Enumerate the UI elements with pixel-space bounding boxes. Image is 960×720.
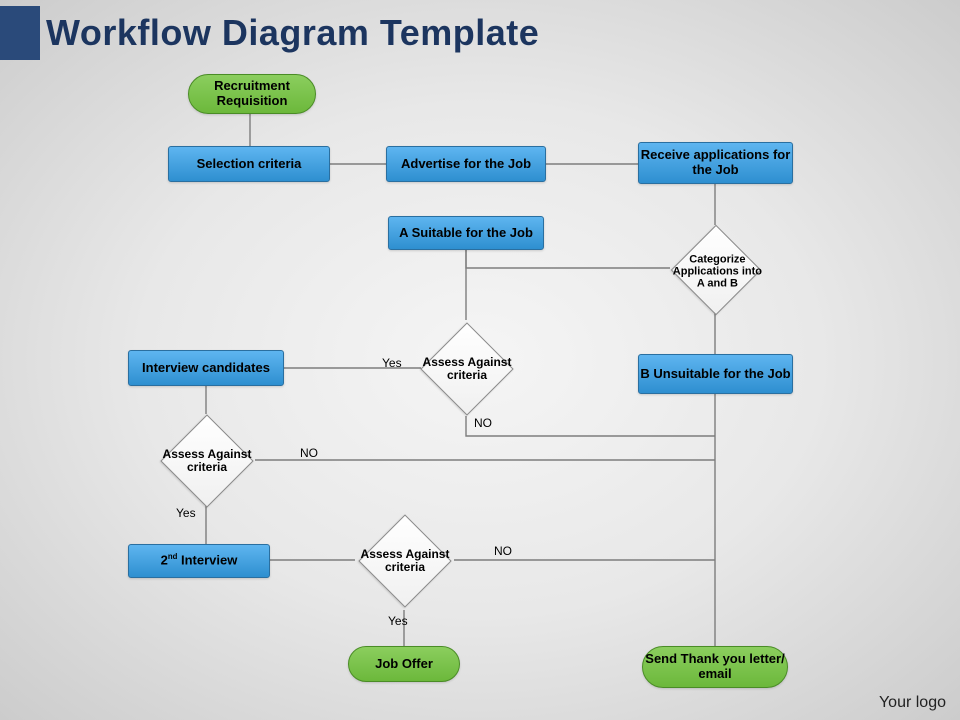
node-thankyou: Send Thank you letter/ email bbox=[642, 646, 788, 688]
node-recruitment-requisition: Recruitment Requisition bbox=[188, 74, 316, 114]
label-assess2-yes: Yes bbox=[176, 506, 196, 520]
label-assess1-no: NO bbox=[474, 416, 492, 430]
node-receive-applications: Receive applications for the Job bbox=[638, 142, 793, 184]
slide-title: Workflow Diagram Template bbox=[46, 6, 539, 60]
footer-logo: Your logo bbox=[879, 694, 946, 712]
node-assess-1-label: Assess Against criteria bbox=[422, 324, 512, 414]
node-interview-candidates: Interview candidates bbox=[128, 350, 284, 386]
node-categorize: Categorize Applications into A and B bbox=[671, 225, 762, 316]
node-assess-3-label: Assess Against criteria bbox=[360, 516, 450, 606]
node-assess-3: Assess Against criteria bbox=[358, 514, 451, 607]
node-a-suitable: A Suitable for the Job bbox=[388, 216, 544, 250]
second-interview-ord: nd bbox=[168, 552, 178, 561]
node-assess-2-label: Assess Against criteria bbox=[162, 416, 252, 506]
label-assess1-yes: Yes bbox=[382, 356, 402, 370]
node-advertise: Advertise for the Job bbox=[386, 146, 546, 182]
slide: Workflow Diagram Template bbox=[0, 0, 960, 720]
second-interview-suffix: Interview bbox=[177, 553, 237, 568]
flowchart-stage: Recruitment Requisition Selection criter… bbox=[0, 60, 960, 700]
label-assess2-no: NO bbox=[300, 446, 318, 460]
label-assess3-no: NO bbox=[494, 544, 512, 558]
node-job-offer: Job Offer bbox=[348, 646, 460, 682]
node-second-interview: 2nd Interview bbox=[128, 544, 270, 578]
title-bar: Workflow Diagram Template bbox=[0, 0, 960, 60]
second-interview-prefix: 2 bbox=[161, 553, 168, 568]
node-selection-criteria: Selection criteria bbox=[168, 146, 330, 182]
node-assess-1: Assess Against criteria bbox=[420, 322, 513, 415]
label-assess3-yes: Yes bbox=[388, 614, 408, 628]
node-assess-2: Assess Against criteria bbox=[160, 414, 253, 507]
second-interview-text: 2nd Interview bbox=[161, 553, 238, 568]
accent-strip bbox=[0, 6, 40, 60]
node-b-unsuitable: B Unsuitable for the Job bbox=[638, 354, 793, 394]
node-categorize-label: Categorize Applications into A and B bbox=[670, 226, 764, 316]
